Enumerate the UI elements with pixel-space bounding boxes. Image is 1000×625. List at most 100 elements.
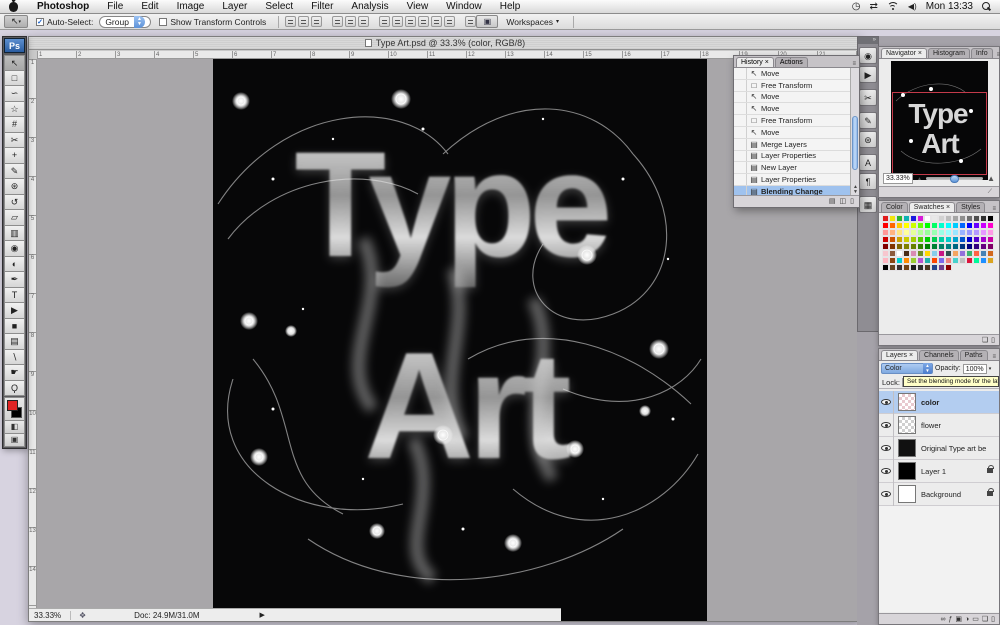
status-zoom-field[interactable]: 33.33% (29, 610, 71, 620)
swatch[interactable] (938, 264, 945, 271)
scrollbar-thumb[interactable] (852, 116, 858, 170)
layer-visibility-cell[interactable] (879, 482, 894, 506)
swatch[interactable] (987, 222, 994, 229)
history-brush-tool[interactable]: ↺ (4, 194, 25, 210)
swatch[interactable] (882, 236, 889, 243)
swatch[interactable] (931, 236, 938, 243)
history-source-cell[interactable] (734, 185, 747, 195)
layer-thumbnail[interactable] (898, 485, 916, 503)
swatch[interactable] (924, 264, 931, 271)
swatch[interactable] (924, 222, 931, 229)
swatch[interactable] (973, 215, 980, 222)
menu-window[interactable]: Window (437, 0, 491, 13)
swatch[interactable] (959, 243, 966, 250)
new-swatch-button[interactable]: ❏ (982, 336, 988, 345)
swatch[interactable] (973, 257, 980, 264)
swatch[interactable] (973, 222, 980, 229)
align-right-button[interactable] (358, 16, 370, 27)
history-state-row[interactable]: ▤ Layer Properties (734, 150, 850, 163)
swatch[interactable] (903, 236, 910, 243)
swatch[interactable] (903, 264, 910, 271)
swatch[interactable] (924, 215, 931, 222)
swatch[interactable] (896, 222, 903, 229)
eyedropper-tool[interactable]: ∖ (4, 349, 25, 365)
auto-align-layers-button[interactable] (465, 16, 477, 27)
zoom-tool[interactable]: Ϙ (4, 380, 25, 396)
swatch[interactable] (910, 222, 917, 229)
swatch[interactable] (896, 250, 903, 257)
apple-menu-icon[interactable] (9, 1, 18, 12)
swatch[interactable] (980, 215, 987, 222)
history-source-cell[interactable] (734, 68, 747, 79)
swatch[interactable] (987, 243, 994, 250)
align-bottom-button[interactable] (311, 16, 323, 27)
clone-stamp-tool[interactable]: ⊛ (4, 179, 25, 195)
swatch[interactable] (903, 229, 910, 236)
swatch[interactable] (889, 215, 896, 222)
swatch[interactable] (903, 215, 910, 222)
sync-icon[interactable]: ⇄ (870, 1, 878, 12)
swatch[interactable] (917, 236, 924, 243)
swatch[interactable] (917, 264, 924, 271)
swatch[interactable] (959, 222, 966, 229)
rectangular-marquee-tool[interactable]: □ (4, 70, 25, 86)
tool-presets-icon[interactable]: ✂ (859, 89, 877, 106)
swatch[interactable] (973, 250, 980, 257)
swatch[interactable] (980, 229, 987, 236)
swatch[interactable] (903, 222, 910, 229)
distribute-right-button[interactable] (444, 16, 456, 27)
swatch[interactable] (903, 250, 910, 257)
show-transform-controls-checkbox[interactable]: Show Transform Controls (159, 17, 266, 27)
swatch[interactable] (966, 215, 973, 222)
notes-tool[interactable]: ▤ (4, 334, 25, 350)
swatch[interactable] (889, 222, 896, 229)
layer-visibility-cell[interactable] (879, 413, 894, 437)
swatch[interactable] (952, 215, 959, 222)
swatch[interactable] (987, 236, 994, 243)
workspaces-dropdown[interactable]: Workspaces ▾ (506, 17, 559, 27)
tab-navigator[interactable]: Navigator × (881, 48, 927, 58)
eye-icon[interactable] (881, 491, 891, 497)
swatch[interactable] (882, 215, 889, 222)
layer-thumbnail[interactable] (898, 393, 916, 411)
swatch[interactable] (896, 215, 903, 222)
quick-selection-tool[interactable]: ☆ (4, 101, 25, 117)
foreground-color-swatch[interactable] (7, 400, 18, 411)
menu-analysis[interactable]: Analysis (342, 0, 397, 13)
new-snapshot-button[interactable]: ◫ (840, 197, 847, 206)
swatch[interactable] (980, 250, 987, 257)
layer-row-original-type-art-be[interactable]: Original Type art be (879, 436, 999, 460)
move-tool[interactable]: ↖ (4, 55, 25, 71)
history-state-row[interactable]: ↖ Move (734, 68, 850, 80)
wifi-icon[interactable] (886, 2, 899, 11)
swatch[interactable] (973, 229, 980, 236)
swatch[interactable] (952, 236, 959, 243)
lasso-tool[interactable]: ∽ (4, 86, 25, 102)
tab-history[interactable]: History × (736, 57, 774, 67)
layer-comps-icon[interactable]: ▦ (859, 196, 877, 213)
swatch[interactable] (938, 229, 945, 236)
swatch[interactable] (966, 250, 973, 257)
swatch[interactable] (945, 222, 952, 229)
spotlight-icon[interactable] (982, 1, 992, 12)
history-source-cell[interactable] (734, 103, 747, 115)
swatch[interactable] (889, 243, 896, 250)
swatch[interactable] (931, 222, 938, 229)
swatch[interactable] (987, 257, 994, 264)
swatch[interactable] (959, 215, 966, 222)
expand-dock-icon[interactable]: » (858, 37, 878, 44)
swatch[interactable] (966, 243, 973, 250)
swatch[interactable] (882, 257, 889, 264)
swatch[interactable] (931, 243, 938, 250)
swatch[interactable] (917, 229, 924, 236)
screen-mode-button[interactable]: ▣ (4, 434, 25, 447)
auto-select-checkbox[interactable]: ✓ Auto-Select: (36, 17, 93, 27)
swatch[interactable] (987, 250, 994, 257)
swatch[interactable] (882, 250, 889, 257)
swatch[interactable] (938, 215, 945, 222)
shape-tool[interactable]: ■ (4, 318, 25, 334)
swatch[interactable] (938, 250, 945, 257)
swatch[interactable] (966, 222, 973, 229)
swatch[interactable] (973, 236, 980, 243)
blur-tool[interactable]: ◉ (4, 241, 25, 257)
